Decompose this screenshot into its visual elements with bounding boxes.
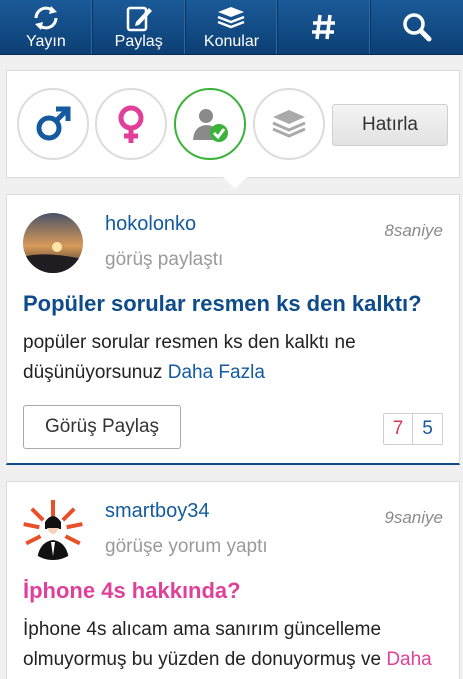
nav-label-paylas: Paylaş xyxy=(114,32,163,50)
filter-female-button[interactable] xyxy=(95,88,167,160)
filter-male-button[interactable] xyxy=(17,88,89,160)
username-link[interactable]: hokolonko xyxy=(105,213,196,236)
post-body: popüler sorular resmen ks den kalktı ne … xyxy=(23,328,453,388)
post-card: smartboy34 görüşe yorum yaptı 9saniye İp… xyxy=(6,481,460,679)
filter-topics-button[interactable] xyxy=(253,88,325,160)
nav-item-yayin[interactable]: Yayın xyxy=(0,0,93,54)
username-link[interactable]: smartboy34 xyxy=(105,500,210,523)
post-body: İphone 4s alıcam ama sanırım güncelleme … xyxy=(23,615,453,675)
top-navigation: Yayın Paylaş Konular xyxy=(0,0,463,55)
male-icon xyxy=(36,106,71,141)
sunset-avatar-image xyxy=(23,213,83,273)
nav-item-hashtag[interactable] xyxy=(278,0,372,54)
edit-icon xyxy=(126,6,152,31)
stack-icon xyxy=(218,6,245,28)
female-icon xyxy=(118,105,144,143)
filter-panel: Hatırla xyxy=(6,70,460,189)
vote-counts: 7 5 xyxy=(383,413,443,445)
count-red[interactable]: 7 xyxy=(384,414,413,444)
post-time: 9saniye xyxy=(384,508,443,527)
read-more-link[interactable]: Daha xyxy=(386,649,431,670)
stack-icon xyxy=(272,110,306,138)
post-action: görüşe yorum yaptı xyxy=(105,536,268,557)
avatar[interactable] xyxy=(23,213,83,273)
refresh-icon xyxy=(34,5,58,30)
cartoon-avatar-image xyxy=(23,500,83,560)
post-body-text: İphone 4s alıcam ama sanırım güncelleme … xyxy=(23,619,387,670)
post-title[interactable]: İphone 4s hakkında? xyxy=(23,578,241,604)
remember-button[interactable]: Hatırla xyxy=(332,104,448,146)
nav-item-konular[interactable]: Konular xyxy=(186,0,279,54)
post-time: 8saniye xyxy=(384,221,443,240)
user-check-icon xyxy=(193,109,228,142)
post-action: görüş paylaştı xyxy=(105,249,224,270)
hashtag-icon xyxy=(312,14,336,40)
post-title[interactable]: Popüler sorular resmen ks den kalktı? xyxy=(23,291,422,317)
avatar[interactable] xyxy=(23,500,83,560)
search-icon xyxy=(403,13,432,42)
share-opinion-button[interactable]: Görüş Paylaş xyxy=(23,405,181,449)
nav-item-paylas[interactable]: Paylaş xyxy=(93,0,186,54)
post-card: hokolonko görüş paylaştı 8saniye Popüler… xyxy=(6,194,460,465)
filter-followed-button[interactable] xyxy=(174,88,246,160)
count-blue[interactable]: 5 xyxy=(413,414,442,444)
nav-label-yayin: Yayın xyxy=(26,32,66,50)
nav-label-konular: Konular xyxy=(203,32,260,50)
read-more-link[interactable]: Daha Fazla xyxy=(168,362,265,383)
nav-item-search[interactable] xyxy=(371,0,463,54)
